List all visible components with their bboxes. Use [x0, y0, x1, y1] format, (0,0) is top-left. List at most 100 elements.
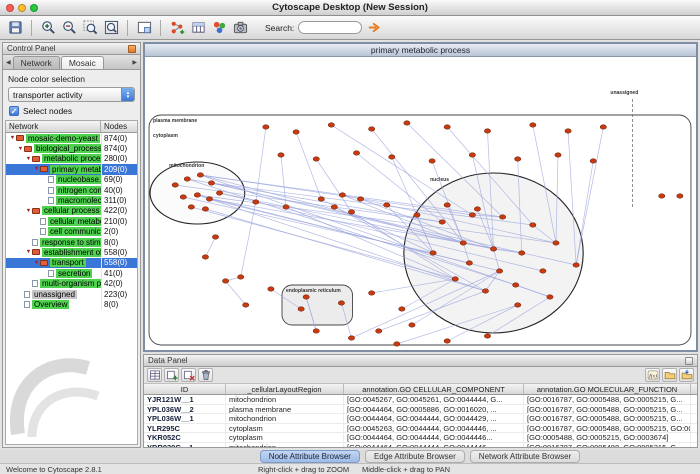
network-node[interactable]: [659, 194, 665, 198]
network-node[interactable]: [499, 215, 505, 219]
network-node[interactable]: [565, 129, 571, 133]
camera-icon[interactable]: [231, 19, 249, 37]
column-header-id[interactable]: ID: [144, 384, 226, 394]
table-row-ypl036w-1[interactable]: YPL036W__1mitochondrion[GO:0044464, GO:0…: [144, 414, 697, 424]
network-node[interactable]: [444, 203, 450, 207]
column-header-cellularlayoutregion[interactable]: _cellularLayoutRegion: [226, 384, 344, 394]
network-node[interactable]: [409, 323, 415, 327]
network-node[interactable]: [202, 207, 208, 211]
network-node[interactable]: [357, 197, 363, 201]
table-row-ydr039c-1[interactable]: YDR039C__1mitochondrion[GO:0044464, GO:0…: [144, 443, 697, 448]
column-header-annotation-go-molecular-function[interactable]: annotation.GO MOLECULAR_FUNCTION: [524, 384, 691, 394]
network-node[interactable]: [513, 283, 519, 287]
network-node[interactable]: [384, 203, 390, 207]
overview-icon[interactable]: [135, 19, 153, 37]
network-node[interactable]: [293, 130, 299, 134]
network-node[interactable]: [339, 193, 345, 197]
network-node[interactable]: [404, 121, 410, 125]
tree-row-primary-metab[interactable]: ▼primary metab...209(0): [6, 164, 137, 174]
network-node[interactable]: [399, 307, 405, 311]
network-node[interactable]: [555, 153, 561, 157]
select-attributes-icon[interactable]: [147, 368, 162, 382]
network-node[interactable]: [238, 275, 244, 279]
network-node[interactable]: [184, 177, 190, 181]
network-node[interactable]: [444, 339, 450, 343]
network-node[interactable]: [452, 277, 458, 281]
network-node[interactable]: [369, 127, 375, 131]
network-node[interactable]: [318, 197, 324, 201]
network-node[interactable]: [573, 263, 579, 267]
expand-arrow-icon[interactable]: ▼: [25, 249, 32, 255]
network-node[interactable]: [376, 329, 382, 333]
network-node[interactable]: [313, 329, 319, 333]
tree-row-secretion[interactable]: secretion41(0): [6, 268, 137, 278]
create-attribute-icon[interactable]: [164, 368, 179, 382]
network-node[interactable]: [469, 153, 475, 157]
tab-node-attribute-browser[interactable]: Node Attribute Browser: [260, 450, 360, 463]
float-panel-icon[interactable]: [128, 45, 136, 53]
tree-row-cell-communica[interactable]: cell communica...2(0): [6, 227, 137, 237]
select-nodes-checkbox[interactable]: ✓: [9, 106, 19, 116]
network-node[interactable]: [348, 336, 354, 340]
search-go-icon[interactable]: [366, 20, 382, 36]
table-row-ypl036w-2[interactable]: YPL036W__2plasma membrane[GO:0044464, GO…: [144, 405, 697, 415]
tab-network-attribute-browser[interactable]: Network Attribute Browser: [470, 450, 580, 463]
save-icon[interactable]: [6, 19, 24, 37]
tree-row-transport[interactable]: ▼transport558(0): [6, 258, 137, 268]
table-row-yjr121w-1[interactable]: YJR121W__1mitochondrion[GO:0045267, GO:0…: [144, 395, 697, 405]
zoom-window-button[interactable]: [30, 4, 38, 12]
network-node[interactable]: [389, 155, 395, 159]
network-node[interactable]: [278, 153, 284, 157]
network-node[interactable]: [590, 159, 596, 163]
zoom-out-icon[interactable]: [60, 19, 78, 37]
zoom-fit-icon[interactable]: [102, 19, 120, 37]
network-node[interactable]: [303, 295, 309, 299]
node-color-select[interactable]: transporter activity ▲▼: [8, 87, 135, 102]
network-node[interactable]: [519, 251, 525, 255]
network-node[interactable]: [243, 303, 249, 307]
network-view-title[interactable]: primary metabolic process: [145, 44, 696, 57]
tree-column-nodes[interactable]: Nodes: [101, 121, 137, 132]
network-node[interactable]: [283, 205, 289, 209]
network-node[interactable]: [206, 197, 212, 201]
network-node[interactable]: [490, 247, 496, 251]
network-node[interactable]: [540, 269, 546, 273]
network-node[interactable]: [353, 151, 359, 155]
tree-row-metabolic-process[interactable]: ▼metabolic process280(0): [6, 154, 137, 164]
tree-row-nucleobase[interactable]: nucleobase...69(0): [6, 175, 137, 185]
network-node[interactable]: [600, 125, 606, 129]
table-row-ykr052c[interactable]: YKR052Ccytoplasm[GO:0044464, GO:0044444,…: [144, 433, 697, 443]
network-node[interactable]: [547, 295, 553, 299]
close-window-button[interactable]: [6, 4, 14, 12]
network-node[interactable]: [460, 241, 466, 245]
network-node[interactable]: [212, 235, 218, 239]
network-node[interactable]: [298, 307, 304, 311]
network-node[interactable]: [496, 269, 502, 273]
network-node[interactable]: [474, 207, 480, 211]
network-graph[interactable]: plasma membranecytoplasmmitochondrionnuc…: [145, 57, 696, 350]
network-node[interactable]: [369, 291, 375, 295]
network-node[interactable]: [313, 157, 319, 161]
open-attributes-icon[interactable]: [662, 368, 677, 382]
network-node[interactable]: [180, 195, 186, 199]
network-node[interactable]: [466, 261, 472, 265]
table-row-ylr295c[interactable]: YLR295Ccytoplasm[GO:0045263, GO:0044444,…: [144, 424, 697, 434]
tree-row-multi-organism-pro[interactable]: multi-organism pro...42(0): [6, 278, 137, 288]
network-node[interactable]: [394, 342, 400, 346]
delete-attribute-icon[interactable]: [181, 368, 196, 382]
expand-arrow-icon[interactable]: ▼: [33, 166, 40, 172]
expand-arrow-icon[interactable]: ▼: [33, 260, 40, 266]
expand-arrow-icon[interactable]: ▼: [25, 156, 32, 162]
network-node[interactable]: [430, 251, 436, 255]
formula-builder-icon[interactable]: f(x): [645, 368, 660, 382]
tree-row-overview[interactable]: Overview8(0): [6, 299, 137, 309]
tree-row-mosaic-demo-yeast[interactable]: ▼mosaic-demo-yeast874(0): [6, 133, 137, 143]
network-node[interactable]: [338, 301, 344, 305]
expand-arrow-icon[interactable]: ▼: [25, 208, 32, 214]
network-node[interactable]: [197, 173, 203, 177]
network-node[interactable]: [482, 289, 488, 293]
zoom-selected-icon[interactable]: [81, 19, 99, 37]
network-node[interactable]: [253, 200, 259, 204]
network-node[interactable]: [677, 194, 683, 198]
tree-row-nitrogen-compo[interactable]: nitrogen compo...40(0): [6, 185, 137, 195]
